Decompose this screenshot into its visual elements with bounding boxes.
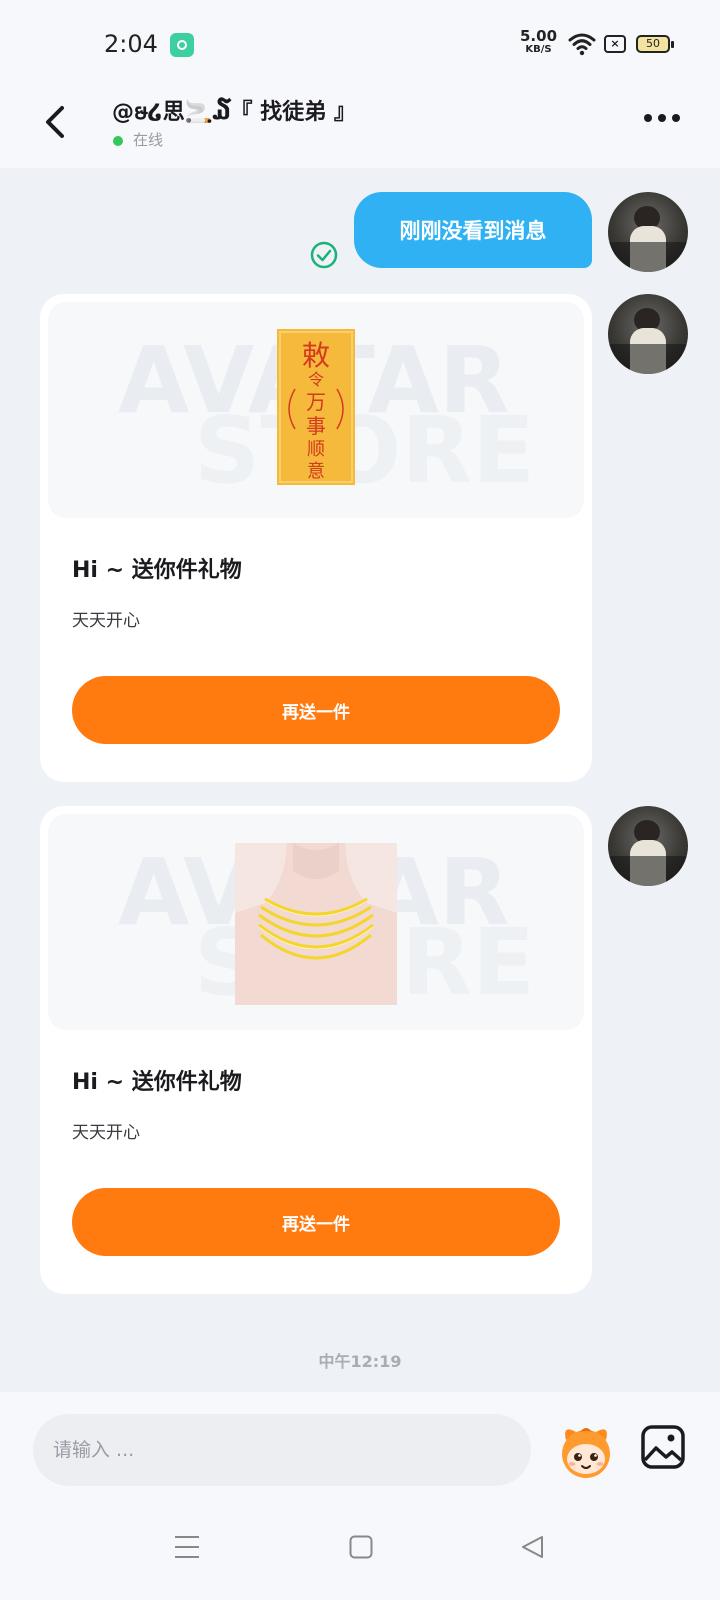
gift-image-area: AVATAR STORE 敕 令 万 事 顺 意 bbox=[48, 302, 584, 518]
gift-title: Hi ~ 送你件礼物 bbox=[72, 558, 242, 583]
image-icon[interactable] bbox=[640, 1424, 686, 1470]
chat-header: @ໟ໒思🚬ฺ໓『 找徒弟 』 在线 bbox=[0, 88, 720, 168]
back-arrow-icon[interactable] bbox=[36, 98, 76, 146]
message-input[interactable] bbox=[33, 1414, 531, 1486]
nav-menu-icon[interactable] bbox=[174, 1534, 200, 1560]
avatar[interactable] bbox=[608, 294, 688, 374]
gift-card: AVATAR STORE 敕 令 万 事 顺 意 Hi ~ 送你件礼物 天天开心… bbox=[40, 294, 592, 782]
nav-home-icon[interactable] bbox=[349, 1534, 373, 1560]
online-status-dot bbox=[113, 136, 123, 146]
svg-text:万: 万 bbox=[306, 390, 326, 414]
more-dots-icon[interactable] bbox=[640, 106, 684, 130]
gift-image-area: AVATAR STORE bbox=[48, 814, 584, 1030]
chat-title: @ໟ໒思🚬ฺ໓『 找徒弟 』 bbox=[112, 100, 356, 125]
network-speed: 5.00 KB/S bbox=[520, 27, 558, 56]
battery-icon: 50 bbox=[636, 35, 674, 53]
svg-text:令: 令 bbox=[308, 370, 324, 389]
nav-back-icon[interactable] bbox=[520, 1534, 546, 1560]
wifi-icon bbox=[568, 33, 596, 56]
status-time: 2:04 bbox=[104, 30, 158, 58]
emoji-mascot-icon[interactable] bbox=[554, 1418, 618, 1482]
online-status-text: 在线 bbox=[133, 131, 164, 149]
svg-text:意: 意 bbox=[307, 461, 325, 482]
check-circle-icon bbox=[310, 241, 338, 269]
gift-subtitle: 天天开心 bbox=[72, 1123, 140, 1143]
no-sim-icon: × bbox=[604, 35, 626, 53]
network-speed-unit: KB/S bbox=[525, 44, 552, 55]
avatar[interactable] bbox=[608, 806, 688, 886]
message-composer bbox=[0, 1392, 720, 1600]
amulet-image[interactable]: 敕 令 万 事 顺 意 bbox=[277, 329, 355, 485]
sent-message-bubble[interactable]: 刚刚没看到消息 bbox=[354, 192, 592, 268]
network-speed-value: 5.00 bbox=[520, 27, 558, 45]
necklace-image[interactable] bbox=[235, 843, 397, 1005]
svg-text:STORE: STORE bbox=[194, 397, 535, 504]
status-bar: 2:04 5.00 KB/S × 50 bbox=[0, 0, 720, 88]
message-timestamp: 中午12:19 bbox=[318, 1352, 402, 1371]
gift-subtitle: 天天开心 bbox=[72, 611, 140, 631]
send-again-button[interactable]: 再送一件 bbox=[72, 1188, 560, 1256]
svg-text:敕: 敕 bbox=[302, 339, 330, 372]
gift-title: Hi ~ 送你件礼物 bbox=[72, 1070, 242, 1095]
svg-text:事: 事 bbox=[306, 414, 326, 438]
avatar[interactable] bbox=[608, 192, 688, 272]
svg-text:顺: 顺 bbox=[307, 439, 325, 460]
app-notification-icon bbox=[170, 33, 194, 57]
gift-card: AVATAR STORE Hi ~ 送你件礼物 天天开心 再送一件 bbox=[40, 806, 592, 1294]
send-again-button[interactable]: 再送一件 bbox=[72, 676, 560, 744]
